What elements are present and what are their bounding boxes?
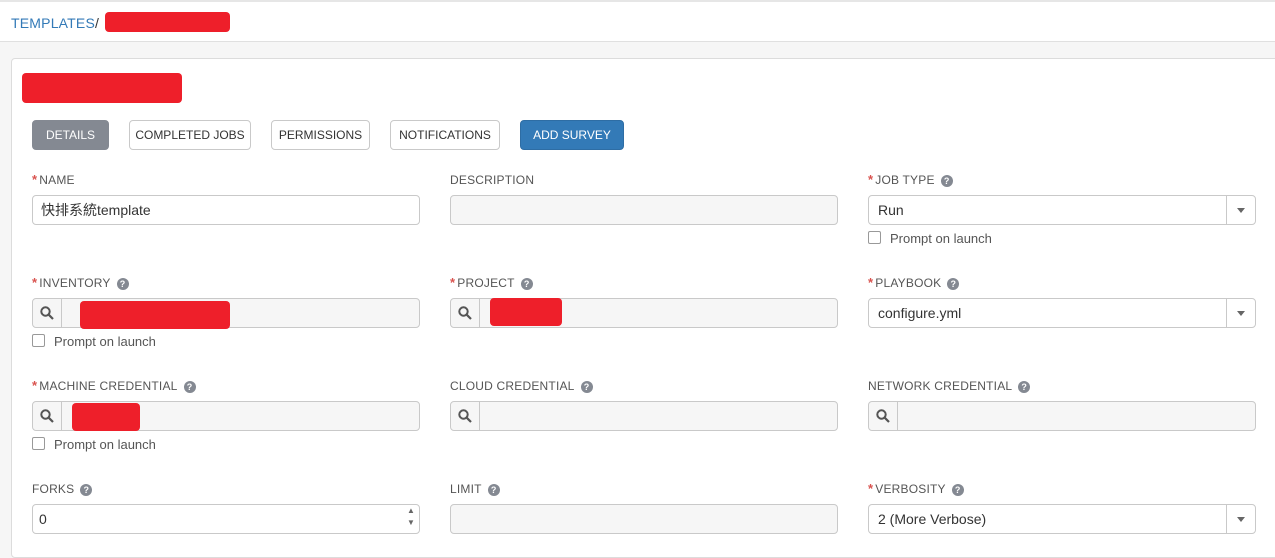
name-label: * NAME bbox=[32, 172, 75, 187]
required-marker: * bbox=[450, 275, 456, 290]
redacted-machine-credential-value bbox=[72, 403, 140, 431]
chevron-down-icon bbox=[1226, 299, 1255, 327]
verbosity-select[interactable]: 2 (More Verbose) bbox=[868, 504, 1256, 534]
verbosity-value: 2 (More Verbose) bbox=[878, 511, 987, 527]
job-type-label: * JOB TYPE? bbox=[868, 172, 953, 187]
help-icon[interactable]: ? bbox=[580, 381, 593, 393]
search-icon bbox=[458, 306, 472, 320]
help-icon[interactable]: ? bbox=[947, 278, 960, 290]
redacted-template-name bbox=[105, 12, 230, 32]
help-icon[interactable]: ? bbox=[487, 484, 500, 496]
breadcrumb-templates-link[interactable]: TEMPLATES bbox=[11, 15, 95, 31]
network-credential-label: NETWORK CREDENTIAL? bbox=[868, 379, 1031, 393]
limit-input[interactable] bbox=[450, 504, 838, 534]
required-marker: * bbox=[868, 275, 874, 290]
job-type-select[interactable]: Run bbox=[868, 195, 1256, 225]
checkbox[interactable] bbox=[32, 334, 45, 347]
redacted-inventory-value bbox=[80, 301, 230, 329]
inventory-prompt-on-launch[interactable]: Prompt on launch bbox=[32, 334, 156, 349]
checkbox[interactable] bbox=[32, 437, 45, 450]
project-label: * PROJECT? bbox=[450, 275, 533, 290]
redacted-project-value bbox=[490, 298, 562, 326]
search-icon bbox=[40, 306, 54, 320]
tab-notifications[interactable]: NOTIFICATIONS bbox=[390, 120, 500, 150]
add-survey-button[interactable]: ADD SURVEY bbox=[520, 120, 624, 150]
limit-label: LIMIT? bbox=[450, 482, 500, 496]
name-input[interactable]: 快排系統template bbox=[32, 195, 420, 225]
verbosity-label: * VERBOSITY? bbox=[868, 481, 964, 496]
required-marker: * bbox=[868, 172, 874, 187]
breadcrumb-bar: TEMPLATES / bbox=[0, 0, 1275, 42]
help-icon[interactable]: ? bbox=[520, 278, 533, 290]
search-button[interactable] bbox=[869, 402, 898, 430]
cloud-credential-label: CLOUD CREDENTIAL? bbox=[450, 379, 593, 393]
machine-credential-prompt-on-launch[interactable]: Prompt on launch bbox=[32, 437, 156, 452]
machine-credential-label: * MACHINE CREDENTIAL? bbox=[32, 378, 196, 393]
breadcrumb-separator: / bbox=[95, 15, 99, 31]
tab-details[interactable]: DETAILS bbox=[32, 120, 109, 150]
playbook-select[interactable]: configure.yml bbox=[868, 298, 1256, 328]
required-marker: * bbox=[32, 275, 38, 290]
required-marker: * bbox=[868, 481, 874, 496]
required-marker: * bbox=[32, 378, 38, 393]
chevron-down-icon bbox=[1226, 196, 1255, 224]
tab-completed-jobs[interactable]: COMPLETED JOBS bbox=[129, 120, 251, 150]
inventory-label: * INVENTORY? bbox=[32, 275, 129, 290]
help-icon[interactable]: ? bbox=[116, 278, 129, 290]
cloud-credential-lookup[interactable] bbox=[450, 401, 838, 431]
search-button[interactable] bbox=[33, 299, 62, 327]
search-button[interactable] bbox=[33, 402, 62, 430]
help-icon[interactable]: ? bbox=[940, 175, 953, 187]
forks-value: 0 bbox=[39, 511, 47, 527]
search-icon bbox=[40, 409, 54, 423]
forks-stepper[interactable]: ▲ ▼ bbox=[403, 505, 419, 533]
description-input[interactable] bbox=[450, 195, 838, 225]
search-icon bbox=[876, 409, 890, 423]
help-icon[interactable]: ? bbox=[183, 381, 196, 393]
redacted-panel-title bbox=[22, 73, 182, 103]
playbook-value: configure.yml bbox=[878, 305, 962, 321]
help-icon[interactable]: ? bbox=[1018, 381, 1031, 393]
search-button[interactable] bbox=[451, 402, 480, 430]
help-icon[interactable]: ? bbox=[951, 484, 964, 496]
forks-input[interactable]: 0 ▲ ▼ bbox=[32, 504, 420, 534]
search-button[interactable] bbox=[451, 299, 480, 327]
tab-permissions[interactable]: PERMISSIONS bbox=[271, 120, 370, 150]
playbook-label: * PLAYBOOK? bbox=[868, 275, 960, 290]
search-icon bbox=[458, 409, 472, 423]
description-label: DESCRIPTION bbox=[450, 173, 535, 187]
network-credential-lookup[interactable] bbox=[868, 401, 1256, 431]
job-type-prompt-on-launch[interactable]: Prompt on launch bbox=[868, 231, 992, 246]
checkbox[interactable] bbox=[868, 231, 881, 244]
forks-label: FORKS? bbox=[32, 482, 93, 496]
job-type-value: Run bbox=[878, 202, 904, 218]
help-icon[interactable]: ? bbox=[80, 484, 93, 496]
required-marker: * bbox=[32, 172, 38, 187]
chevron-down-icon bbox=[1226, 505, 1255, 533]
